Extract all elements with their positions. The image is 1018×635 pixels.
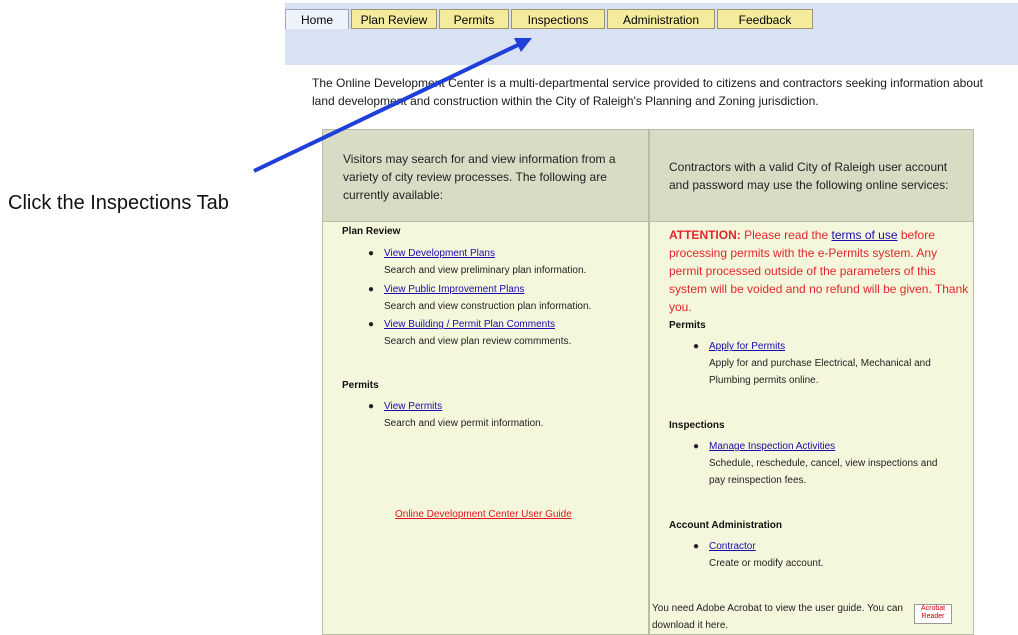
annotation-text: Click the Inspections Tab [8,192,229,214]
item-description: Search and view plan review commments. [384,336,572,347]
bullet-icon: ● [368,401,375,412]
acrobat-badge-label: Acrobat Reader [920,605,946,620]
tab-plan-review[interactable]: Plan Review [351,9,437,29]
list-item: ● Manage Inspection Activities [693,439,835,455]
tab-administration[interactable]: Administration [607,9,715,29]
item-description: Search and view permit information. [384,418,544,429]
contractor-link[interactable]: Contractor [709,541,756,552]
item-description: Apply for and purchase Electrical, Mecha… [709,358,931,386]
bullet-icon: ● [368,319,375,330]
bullet-icon: ● [693,341,700,352]
list-item: ● View Permits [368,399,442,415]
bullet-icon: ● [693,441,700,452]
list-item: ● View Building / Permit Plan Comments [368,317,555,333]
list-item: ● Apply for Permits [693,339,785,355]
tab-home-label: Home [300,13,333,27]
item-description: Create or modify account. [709,558,824,569]
permits-heading: Permits [342,380,379,391]
view-public-improvement-plans-link[interactable]: View Public Improvement Plans [384,284,524,295]
item-description: Search and view preliminary plan informa… [384,265,587,276]
tab-permits-label: Permits [453,13,495,27]
tab-bar: Home Plan Review Permits Inspections Adm… [285,3,1018,65]
attention-pre: Please read the [740,228,832,242]
tab-plan-review-label: Plan Review [360,13,428,27]
acrobat-reader-badge[interactable]: Acrobat Reader [914,604,952,624]
tab-feedback-label: Feedback [738,13,792,27]
terms-of-use-link[interactable]: terms of use [832,228,898,242]
bullet-icon: ● [368,284,375,295]
view-development-plans-link[interactable]: View Development Plans [384,248,495,259]
tab-feedback[interactable]: Feedback [717,9,813,29]
contractor-permits-heading: Permits [669,320,706,331]
user-guide-link[interactable]: Online Development Center User Guide [395,509,572,520]
list-item: ● Contractor [693,539,756,555]
view-permits-link[interactable]: View Permits [384,401,442,412]
acrobat-note: You need Adobe Acrobat to view the user … [652,603,903,631]
list-item: ● View Public Improvement Plans [368,282,524,298]
attention-label: ATTENTION: [669,228,741,242]
visitor-header-text: Visitors may search for and view informa… [343,152,616,202]
apply-for-permits-link[interactable]: Apply for Permits [709,341,785,352]
tab-permits[interactable]: Permits [439,9,509,29]
tab-home[interactable]: Home [285,9,349,29]
intro-text: The Online Development Center is a multi… [312,76,984,108]
contractor-header-text: Contractors with a valid City of Raleigh… [669,160,949,192]
manage-inspection-activities-link[interactable]: Manage Inspection Activities [709,441,835,452]
account-administration-heading: Account Administration [669,520,782,531]
bullet-icon: ● [693,541,700,552]
tab-inspections-label: Inspections [527,13,589,27]
item-description: Schedule, reschedule, cancel, view inspe… [709,458,938,486]
tab-inspections[interactable]: Inspections [511,9,605,29]
plan-review-heading: Plan Review [342,226,401,237]
list-item: ● View Development Plans [368,246,495,262]
attention-notice: ATTENTION: Please read the terms of use … [669,226,969,316]
tab-administration-label: Administration [622,13,700,27]
item-description: Search and view construction plan inform… [384,301,592,312]
inspections-heading: Inspections [669,420,725,431]
view-building-permit-plan-comments-link[interactable]: View Building / Permit Plan Comments [384,319,555,330]
bullet-icon: ● [368,248,375,259]
